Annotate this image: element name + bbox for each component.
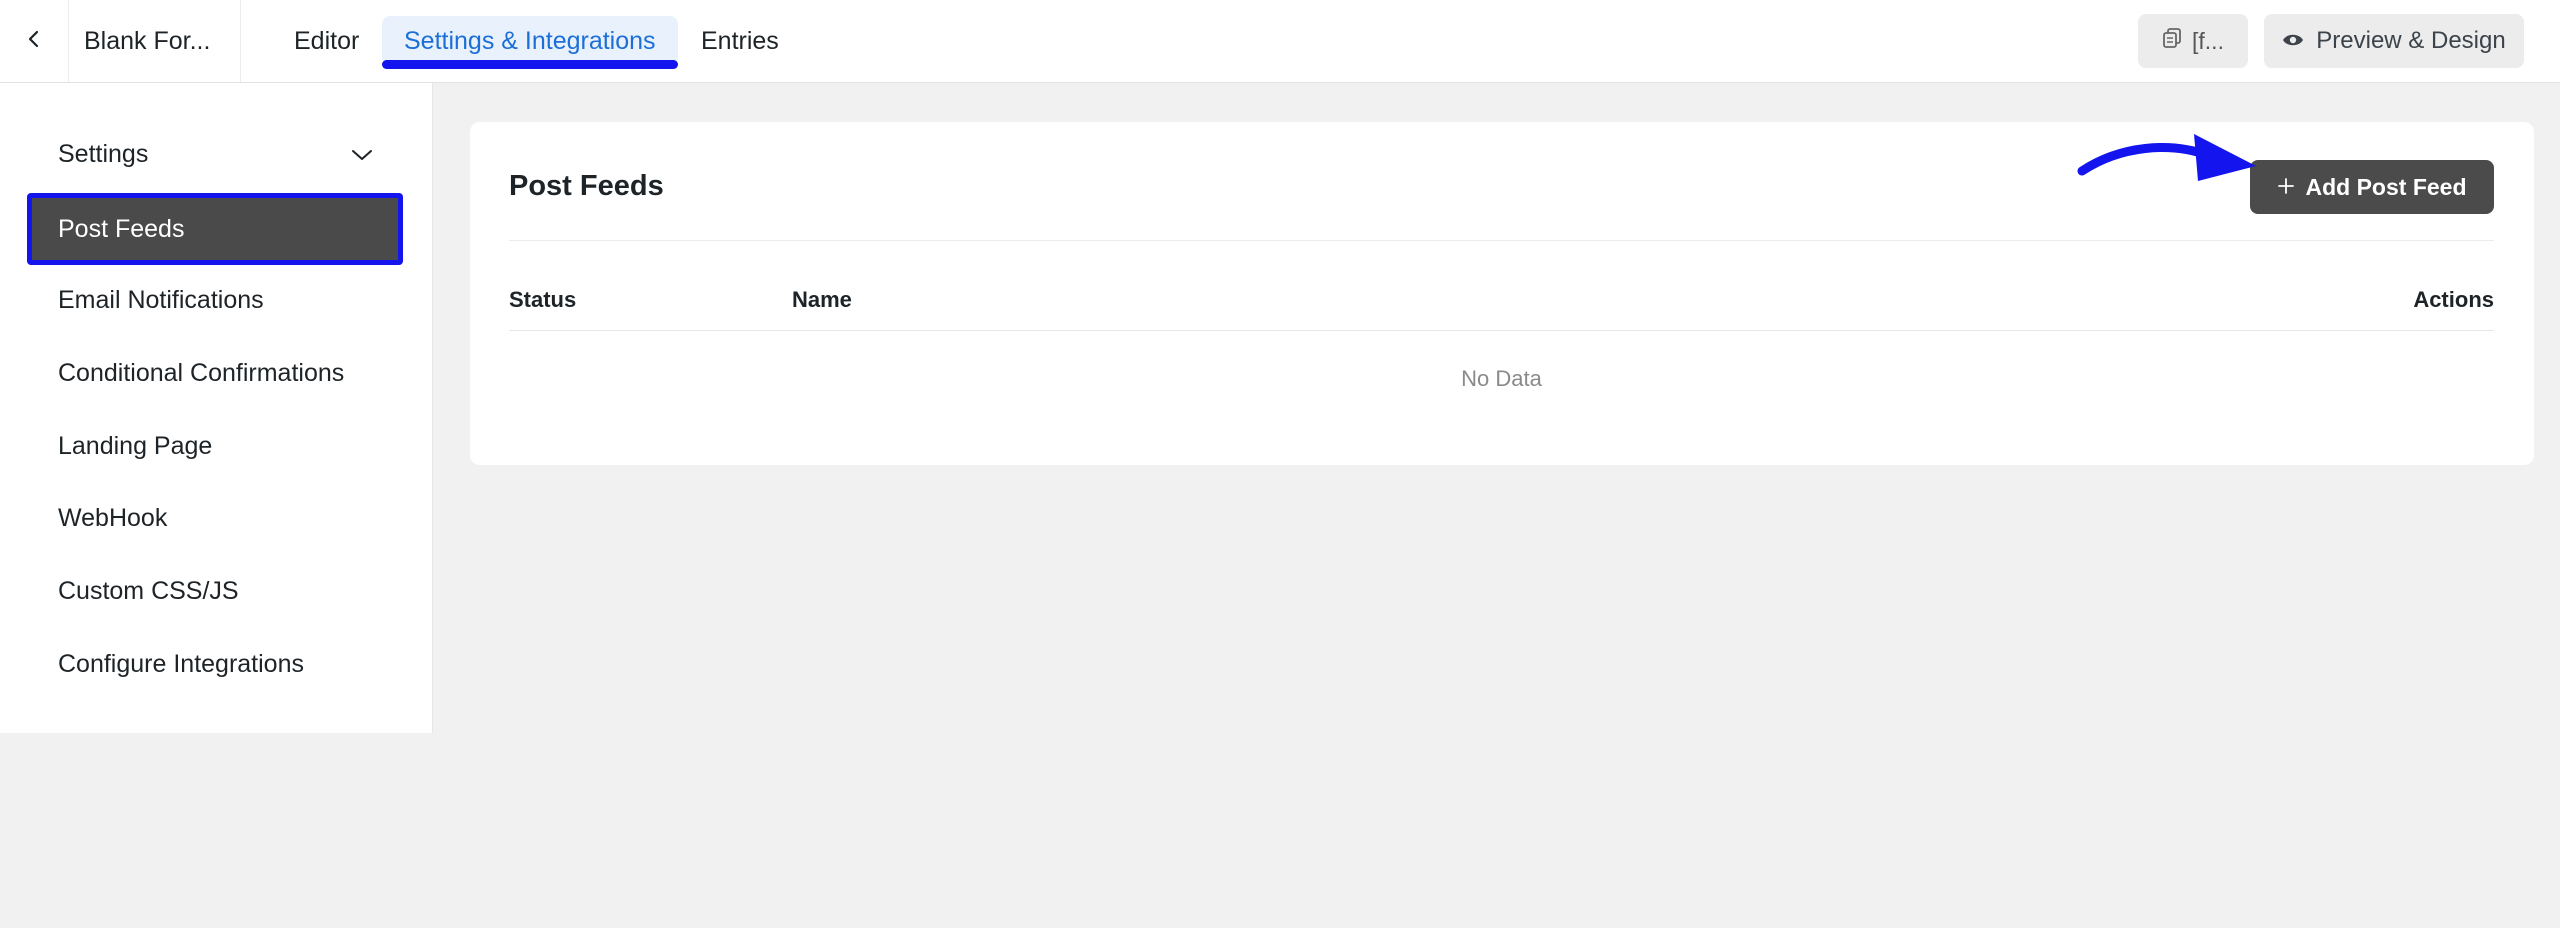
add-post-feed-label: Add Post Feed <box>2305 173 2467 200</box>
sidebar-item-webhook[interactable]: WebHook <box>58 498 167 538</box>
form-title: Blank For... <box>84 27 211 55</box>
active-tab-underline <box>382 60 678 69</box>
sidebar-item-email-notifications[interactable]: Email Notifications <box>58 280 264 320</box>
tab-settings-integrations[interactable]: Settings & Integrations <box>382 16 678 66</box>
divider <box>509 240 2494 241</box>
sidebar-item-post-feeds[interactable]: Post Feeds <box>27 193 403 265</box>
preview-design-label: Preview & Design <box>2316 27 2506 54</box>
eye-icon <box>2282 27 2304 55</box>
tab-entries[interactable]: Entries <box>679 16 801 66</box>
sidebar-item-settings[interactable]: Settings <box>58 134 374 174</box>
back-button[interactable] <box>0 0 69 82</box>
sidebar-item-landing-page[interactable]: Landing Page <box>58 426 212 466</box>
divider <box>509 330 2494 331</box>
annotation-arrow-icon <box>2077 134 2256 181</box>
column-header-name: Name <box>792 287 852 312</box>
chevron-down-icon <box>350 134 374 174</box>
sidebar-item-conditional-confirmations[interactable]: Conditional Confirmations <box>58 353 344 393</box>
tab-editor[interactable]: Editor <box>272 16 381 66</box>
sidebar-item-label: Post Feeds <box>32 198 398 260</box>
copy-icon <box>2162 27 2182 55</box>
preview-design-button[interactable]: Preview & Design <box>2264 14 2524 68</box>
settings-sidebar: Settings Post Feeds Email Notifications … <box>0 83 433 733</box>
column-header-actions: Actions <box>2413 287 2494 312</box>
divider <box>240 0 241 82</box>
shortcode-button[interactable]: [f... <box>2138 14 2248 68</box>
add-post-feed-button[interactable]: Add Post Feed <box>2250 160 2494 214</box>
empty-state-text: No Data <box>1461 366 1542 391</box>
page-title: Post Feeds <box>509 170 664 202</box>
sidebar-item-configure-integrations[interactable]: Configure Integrations <box>58 644 304 684</box>
shortcode-label: [f... <box>2192 27 2224 54</box>
plus-icon <box>2277 174 2295 201</box>
sidebar-item-custom-css-js[interactable]: Custom CSS/JS <box>58 571 239 611</box>
chevron-left-icon <box>23 28 45 55</box>
column-header-status: Status <box>509 287 577 312</box>
sidebar-item-label: Settings <box>58 140 149 168</box>
top-bar: Blank For... Editor Settings & Integrati… <box>0 0 2560 83</box>
